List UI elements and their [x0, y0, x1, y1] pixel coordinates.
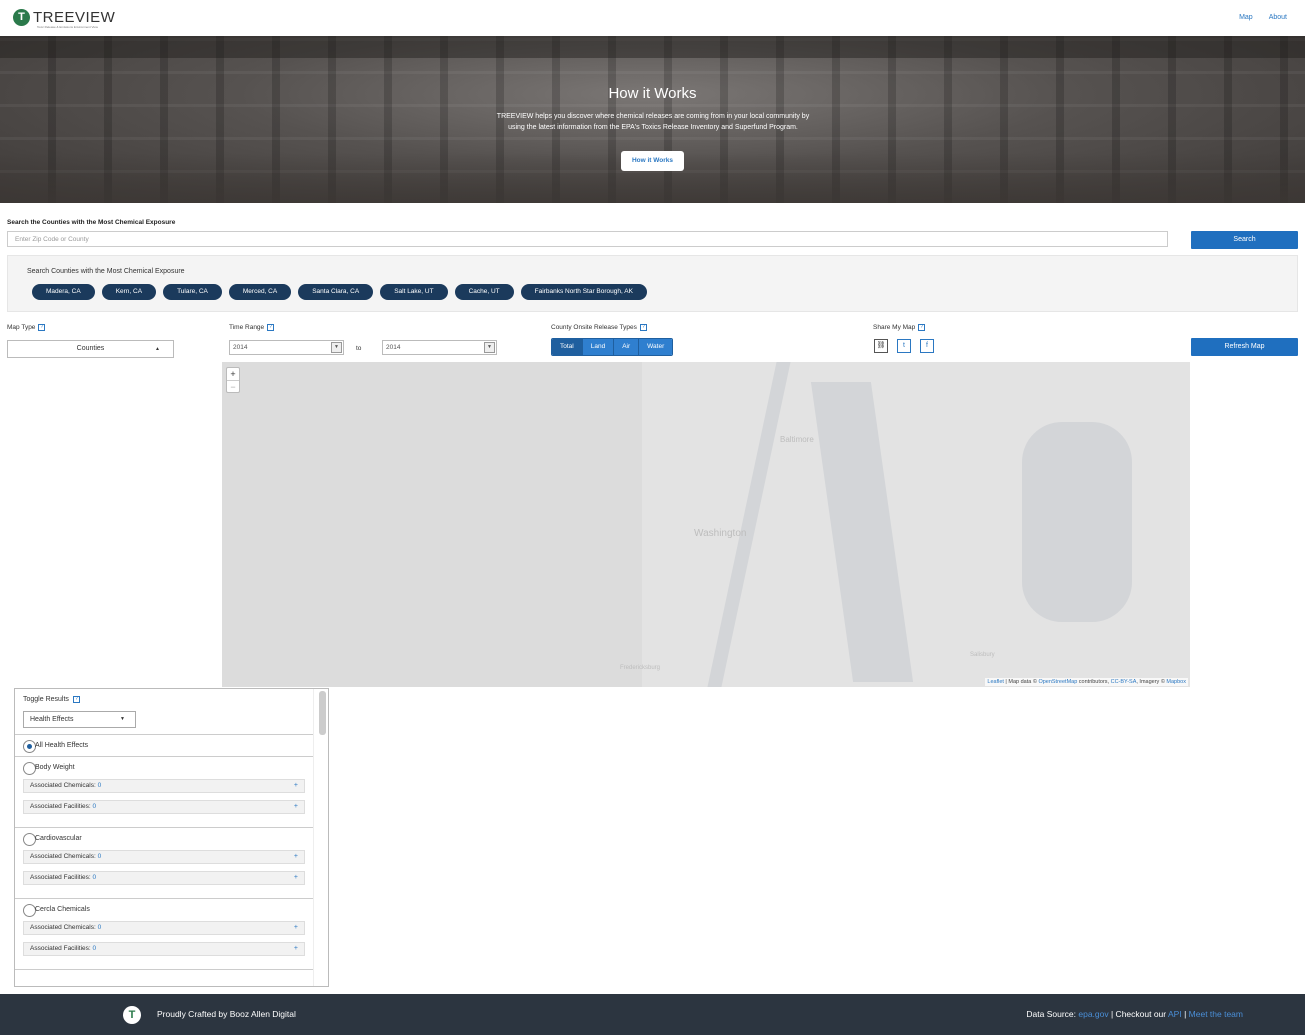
county-pill-list: Madera, CA Kern, CA Tulare, CA Merced, C…: [32, 284, 647, 300]
expand-icon[interactable]: +: [294, 780, 298, 792]
share-link-icon[interactable]: ⛓: [874, 339, 888, 353]
how-it-works-button[interactable]: How it Works: [621, 151, 684, 171]
health-effect-row: Body Weight Associated Chemicals: 0 + As…: [15, 756, 313, 827]
share-icons: ⛓ t f: [874, 339, 934, 353]
top-header: T TREEVIEW Toxic Release & Emissions Env…: [0, 0, 1305, 36]
associated-chemicals-row[interactable]: Associated Chemicals: 0 +: [23, 921, 305, 935]
refresh-map-button[interactable]: Refresh Map: [1191, 338, 1298, 356]
info-icon[interactable]: ?: [72, 696, 80, 703]
health-effects-select[interactable]: Health Effects ▼: [23, 711, 136, 728]
health-effect-label: Cercla Chemicals: [35, 906, 90, 913]
footer-logo-icon: T: [123, 1006, 141, 1024]
dropdown-arrow-icon: ▼: [484, 342, 495, 353]
brand-tagline: Toxic Release & Emissions Environment Vi…: [37, 25, 98, 29]
epa-link[interactable]: epa.gov: [1078, 1009, 1108, 1019]
info-icon[interactable]: ?: [38, 324, 46, 331]
release-type-air[interactable]: Air: [613, 339, 639, 355]
map-city-label: Fredericksburg: [620, 665, 661, 671]
hero-title: How it Works: [608, 85, 697, 102]
search-button[interactable]: Search: [1191, 231, 1298, 249]
logo[interactable]: T TREEVIEW Toxic Release & Emissions Env…: [13, 9, 116, 29]
toggle-results-header: Toggle Results ?: [23, 696, 80, 703]
map-city-label: Salisbury: [970, 652, 995, 658]
county-pill[interactable]: Santa Clara, CA: [298, 284, 374, 300]
map-city-label: Baltimore: [780, 435, 814, 444]
health-effect-row: All Health Effects: [15, 734, 313, 756]
county-pill[interactable]: Fairbanks North Star Borough, AK: [520, 284, 647, 300]
zoom-in-button[interactable]: +: [227, 368, 239, 380]
county-pill[interactable]: Cache, UT: [454, 284, 514, 300]
county-pill[interactable]: Tulare, CA: [163, 284, 222, 300]
share-twitter-icon[interactable]: t: [897, 339, 911, 353]
map-city-label: Washington: [694, 528, 747, 539]
release-type-toggle: Total Land Air Water: [551, 338, 674, 356]
county-pill[interactable]: Kern, CA: [101, 284, 157, 300]
top-counties-panel: Search Counties with the Most Chemical E…: [7, 255, 1298, 312]
map-attribution: Leaflet | Map data © OpenStreetMap contr…: [985, 678, 1188, 686]
caret-up-icon: ▲: [155, 346, 160, 352]
footer: T Proudly Crafted by Booz Allen Digital …: [0, 994, 1305, 1035]
release-types-label: County Onsite Release Types ?: [551, 324, 647, 331]
brand-name: TREEVIEW: [33, 9, 116, 26]
health-effect-label: Body Weight: [35, 764, 75, 771]
expand-icon[interactable]: +: [294, 922, 298, 934]
toggle-results-panel: Toggle Results ? Health Effects ▼ All He…: [14, 688, 329, 987]
dropdown-arrow-icon: ▼: [331, 342, 342, 353]
top-counties-title: Search Counties with the Most Chemical E…: [27, 268, 185, 275]
nav-map-link[interactable]: Map: [1239, 14, 1253, 21]
osm-link[interactable]: OpenStreetMap: [1038, 679, 1077, 685]
map-type-select[interactable]: Counties ▲: [7, 340, 174, 358]
top-nav: Map About: [1239, 14, 1287, 21]
expand-icon[interactable]: +: [294, 943, 298, 955]
info-icon[interactable]: ?: [267, 324, 275, 331]
info-icon[interactable]: ?: [918, 324, 926, 331]
footer-links: Data Source: epa.gov | Checkout our API …: [1026, 1009, 1243, 1019]
zoom-out-button[interactable]: −: [227, 380, 239, 392]
info-icon[interactable]: ?: [639, 324, 647, 331]
expand-icon[interactable]: +: [294, 801, 298, 813]
county-pill[interactable]: Madera, CA: [32, 284, 95, 300]
year-to-select[interactable]: 2014 ▼: [382, 340, 497, 355]
associated-facilities-row[interactable]: Associated Facilities: 0 +: [23, 871, 305, 885]
expand-icon[interactable]: +: [294, 851, 298, 863]
health-effect-label: All Health Effects: [35, 742, 89, 749]
time-range-label: Time Range ?: [229, 324, 275, 331]
caret-down-icon: ▼: [120, 716, 125, 722]
county-pill[interactable]: Merced, CA: [228, 284, 292, 300]
mapbox-link[interactable]: Mapbox: [1166, 679, 1186, 685]
leaflet-link[interactable]: Leaflet: [987, 679, 1004, 685]
release-type-water[interactable]: Water: [638, 339, 673, 355]
api-link[interactable]: API: [1168, 1009, 1182, 1019]
share-facebook-icon[interactable]: f: [920, 339, 934, 353]
share-map-label: Share My Map ?: [873, 324, 926, 331]
tree-logo-icon: T: [13, 9, 30, 26]
expand-icon[interactable]: +: [294, 872, 298, 884]
health-effect-row: Cardiovascular Associated Chemicals: 0 +…: [15, 827, 313, 898]
associated-chemicals-row[interactable]: Associated Chemicals: 0 +: [23, 850, 305, 864]
health-effect-row: Cercla Chemicals Associated Chemicals: 0…: [15, 898, 313, 969]
search-input[interactable]: [7, 231, 1168, 247]
panel-scrollbar-thumb[interactable]: [319, 691, 326, 735]
hero-description: TREEVIEW helps you discover where chemic…: [496, 113, 810, 131]
time-range-to-label: to: [356, 345, 362, 352]
health-effect-label: Cardiovascular: [35, 835, 82, 842]
map-type-label: Map Type ?: [7, 324, 46, 331]
release-type-total[interactable]: Total: [552, 339, 582, 355]
associated-chemicals-row[interactable]: Associated Chemicals: 0 +: [23, 779, 305, 793]
hero-banner: How it Works TREEVIEW helps you discover…: [0, 36, 1305, 203]
health-effect-row: [15, 969, 313, 986]
meet-team-link[interactable]: Meet the team: [1189, 1009, 1243, 1019]
cc-by-sa-link[interactable]: CC-BY-SA: [1111, 679, 1137, 685]
zoom-control: + −: [226, 367, 240, 393]
county-pill[interactable]: Salt Lake, UT: [380, 284, 448, 300]
year-from-select[interactable]: 2014 ▼: [229, 340, 344, 355]
nav-about-link[interactable]: About: [1269, 14, 1287, 21]
associated-facilities-row[interactable]: Associated Facilities: 0 +: [23, 942, 305, 956]
associated-facilities-row[interactable]: Associated Facilities: 0 +: [23, 800, 305, 814]
search-label: Search the Counties with the Most Chemic…: [7, 219, 176, 226]
release-type-land[interactable]: Land: [581, 339, 614, 355]
map-canvas[interactable]: Baltimore Washington Fredericksburg Sali…: [222, 362, 1190, 687]
footer-credit: Proudly Crafted by Booz Allen Digital: [157, 1009, 296, 1019]
